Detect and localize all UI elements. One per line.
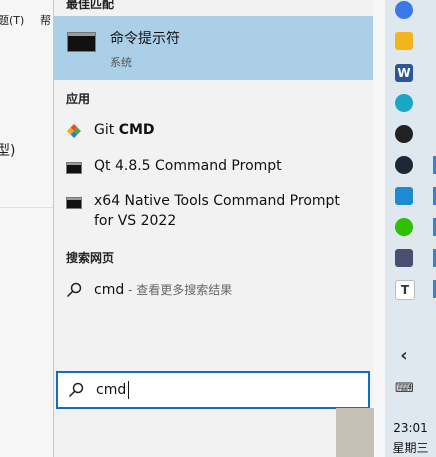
search-query-text: cmd [96, 382, 127, 398]
clock-day[interactable]: 星期三 [385, 439, 436, 456]
chrome-icon[interactable] [395, 1, 413, 19]
web-search-item[interactable]: cmd - 查看更多搜索结果 [54, 278, 374, 304]
file-explorer-icon[interactable] [395, 32, 413, 50]
web-search-label: cmd - 查看更多搜索结果 [94, 282, 233, 298]
search-icon [68, 382, 84, 402]
background-strip [373, 0, 385, 457]
app-item-x64-native-tools[interactable]: x64 Native Tools Command Prompt for VS 2… [54, 190, 374, 234]
best-match-subtitle: 系统 [110, 56, 132, 69]
word-icon[interactable]: W [395, 64, 413, 82]
clock-time[interactable]: 23:01 [385, 421, 436, 435]
apps-header: 应用 [66, 92, 91, 106]
cmd-icon [67, 32, 96, 52]
bg-menu-item[interactable]: 帮 [40, 12, 51, 28]
app-item-label: Qt 4.8.5 Command Prompt [94, 158, 282, 174]
taskbar: W T ‹ ⌨ 23:01 星期三 [385, 0, 436, 457]
typora-icon[interactable]: T [395, 280, 415, 300]
wechat-icon[interactable] [395, 218, 413, 236]
bg-menu-item[interactable]: 题(T) [0, 12, 24, 28]
divider [0, 207, 56, 208]
start-search-panel: 最佳匹配 命令提示符 系统 应用 Git CMD Qt 4.8.5 Comman… [53, 0, 374, 457]
app-icon[interactable] [395, 249, 413, 267]
search-icon [66, 282, 82, 298]
bg-text: 型) [0, 143, 16, 159]
vscode-icon[interactable] [395, 187, 413, 205]
app-item-label-line2: for VS 2022 [94, 213, 177, 229]
best-match-title: 命令提示符 [110, 31, 180, 47]
edge-icon[interactable] [395, 94, 413, 112]
steam-icon[interactable] [395, 156, 413, 174]
background-window: 题(T) 帮 型) [0, 0, 56, 457]
app-item-label: Git CMD [94, 122, 155, 138]
best-match-item[interactable]: 命令提示符 系统 [54, 16, 374, 80]
chevron-up-icon[interactable]: ‹ [395, 347, 413, 365]
cmd-icon [66, 162, 82, 174]
text-caret [128, 381, 129, 399]
search-input[interactable]: cmd [56, 371, 370, 409]
cmd-icon [66, 197, 82, 209]
app-item-git-cmd[interactable]: Git CMD [54, 118, 374, 144]
background-thumbnail [336, 408, 374, 457]
app-item-qt-command-prompt[interactable]: Qt 4.8.5 Command Prompt [54, 155, 374, 181]
qq-icon[interactable] [395, 125, 413, 143]
web-search-header: 搜索网页 [66, 251, 115, 265]
git-icon [66, 123, 82, 139]
input-method-icon[interactable]: ⌨ [395, 380, 414, 398]
app-item-label-line1: x64 Native Tools Command Prompt [94, 193, 340, 209]
best-match-header: 最佳匹配 [66, 0, 115, 11]
